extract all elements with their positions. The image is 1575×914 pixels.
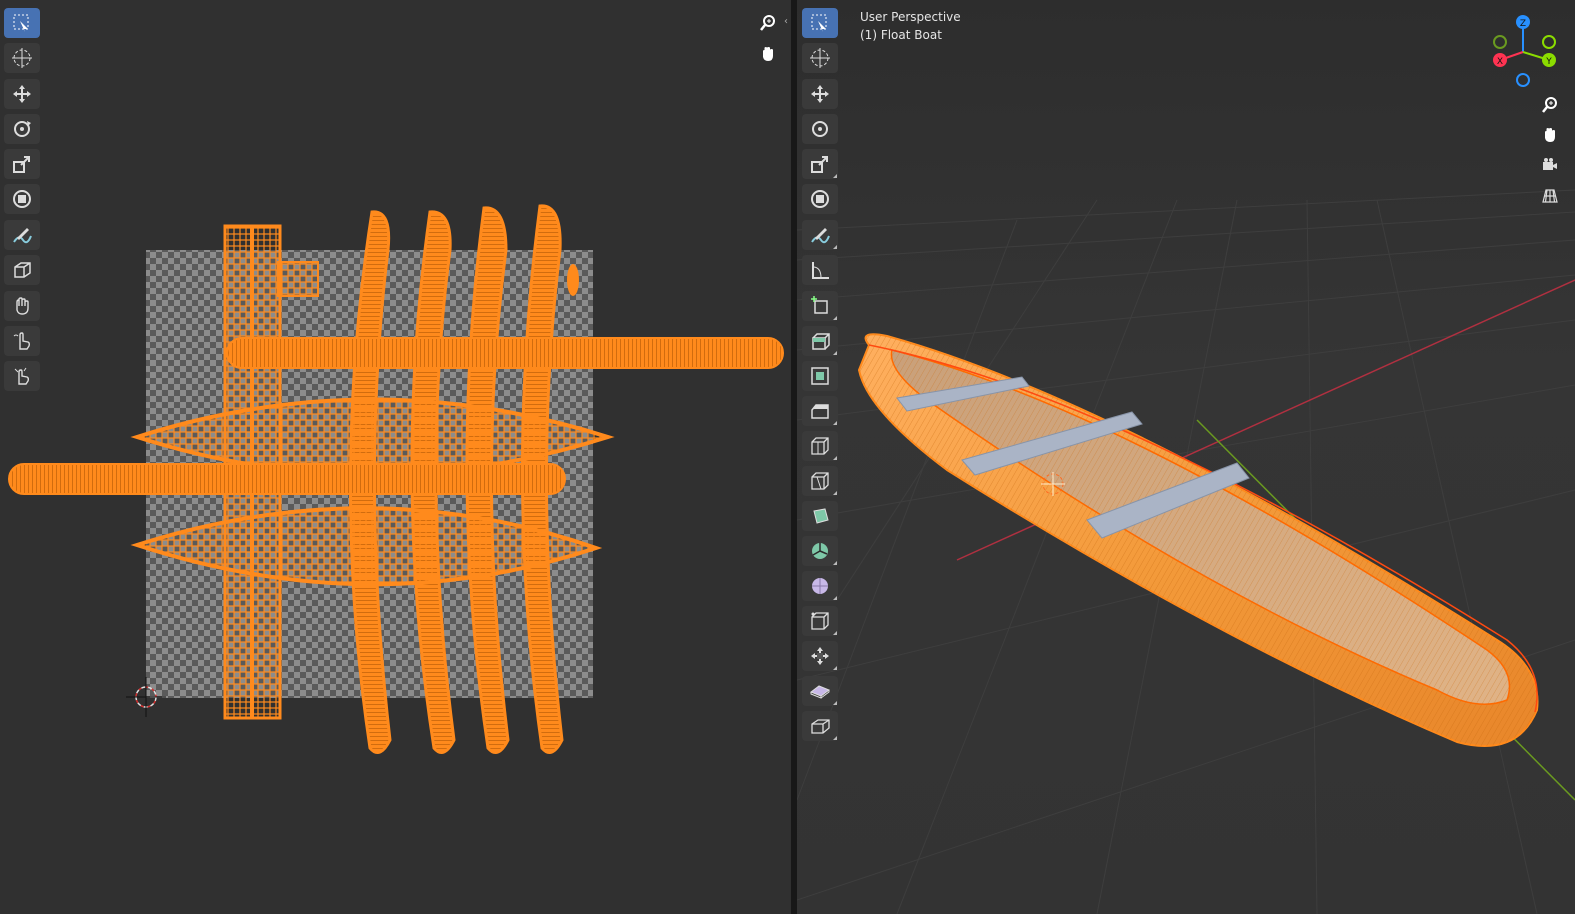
add-cube-tool[interactable] [802,291,838,321]
transform-icon [811,190,829,208]
3d-zoom-button[interactable] [1537,92,1563,118]
uv-zoom-button[interactable] [755,10,781,36]
select-box-tool[interactable] [802,8,838,38]
poly-build-tool[interactable] [802,501,838,531]
active-object-label: (1) Float Boat [860,28,942,42]
box-icon [14,262,31,278]
shrink-fatten-tool[interactable] [802,641,838,671]
add-cube-icon [811,296,828,314]
rip-region-icon [811,719,830,734]
box-tool[interactable] [4,255,40,285]
cursor-tool[interactable] [4,43,40,73]
3d-pan-button[interactable] [1537,122,1563,148]
edge-slide-icon [811,612,829,630]
shrink-fatten-icon [811,647,829,665]
knife-icon [811,472,829,490]
scale-icon [13,156,30,173]
toggle-perspective-button[interactable] [1537,183,1563,209]
loop-cut-icon [811,437,829,455]
bevel-icon [811,404,829,419]
shear-icon [809,685,831,699]
rotate-icon [14,121,31,137]
grab-icon [16,297,29,315]
spin-tool[interactable] [802,536,838,566]
hand-pan-icon [763,47,773,61]
smooth-icon [812,578,828,594]
knife-tool[interactable] [802,466,838,496]
annotate-tool[interactable] [4,220,40,250]
transform-icon [13,190,31,208]
rotate-icon [812,121,828,137]
uv-pan-button[interactable] [755,41,781,67]
zoom-icon [1542,97,1557,113]
select-box-tool[interactable] [4,8,40,38]
uv-editor-area[interactable]: ‹ [0,0,791,914]
smooth-tool[interactable] [802,571,838,601]
svg-text:X: X [1497,57,1503,67]
cursor-icon [810,48,830,68]
ruler-icon [812,262,829,279]
rotate-tool[interactable] [4,114,40,144]
annotate-tool[interactable] [802,220,838,250]
transform-tool[interactable] [802,184,838,214]
3d-viewport-area[interactable]: Z Y X User Perspective (1) Float Boat [797,0,1575,914]
scale-tool[interactable] [4,149,40,179]
3d-scene-canvas[interactable]: Z Y X [797,0,1575,914]
select-box-icon [811,14,827,32]
edge-slide-tool[interactable] [802,606,838,636]
scale-tool[interactable] [802,149,838,179]
extrude-icon [812,333,830,350]
pinch-icon [14,367,30,385]
relax-tool[interactable] [4,326,40,356]
poly-build-icon [813,508,829,524]
relax-icon [13,332,31,350]
view-name-label: User Perspective [860,10,961,24]
3d-toolbar [802,8,842,746]
grab-tool[interactable] [4,291,40,321]
extrude-tool[interactable] [802,326,838,356]
loop-cut-tool[interactable] [802,431,838,461]
grid-icon [1542,189,1558,203]
uv-canvas[interactable] [0,0,791,914]
scale-icon [811,156,828,173]
cursor-tool[interactable] [802,43,838,73]
select-box-icon [13,14,29,32]
annotate-icon [13,228,32,244]
uv-toolbar [4,8,44,396]
transform-tool[interactable] [4,184,40,214]
shear-tool[interactable] [802,676,838,706]
move-tool[interactable] [4,79,40,109]
zoom-icon [760,15,775,31]
collapse-chevron-icon[interactable]: ‹ [784,16,788,27]
camera-icon [1543,158,1557,170]
inset-tool[interactable] [802,361,838,391]
pinch-tool[interactable] [4,361,40,391]
move-icon [13,85,31,103]
measure-tool[interactable] [802,255,838,285]
camera-view-button[interactable] [1537,152,1563,178]
annotate-icon [811,228,830,244]
svg-text:Y: Y [1545,57,1552,67]
spin-icon [812,543,828,559]
rip-region-tool[interactable] [802,711,838,741]
navigation-gizmo[interactable]: Z Y X [1493,15,1556,87]
inset-icon [811,367,829,385]
move-tool[interactable] [802,79,838,109]
move-icon [811,85,829,103]
hand-pan-icon [1545,128,1555,142]
cursor-icon [12,48,32,68]
bevel-tool[interactable] [802,396,838,426]
rotate-tool[interactable] [802,114,838,144]
svg-text:Z: Z [1520,19,1526,29]
